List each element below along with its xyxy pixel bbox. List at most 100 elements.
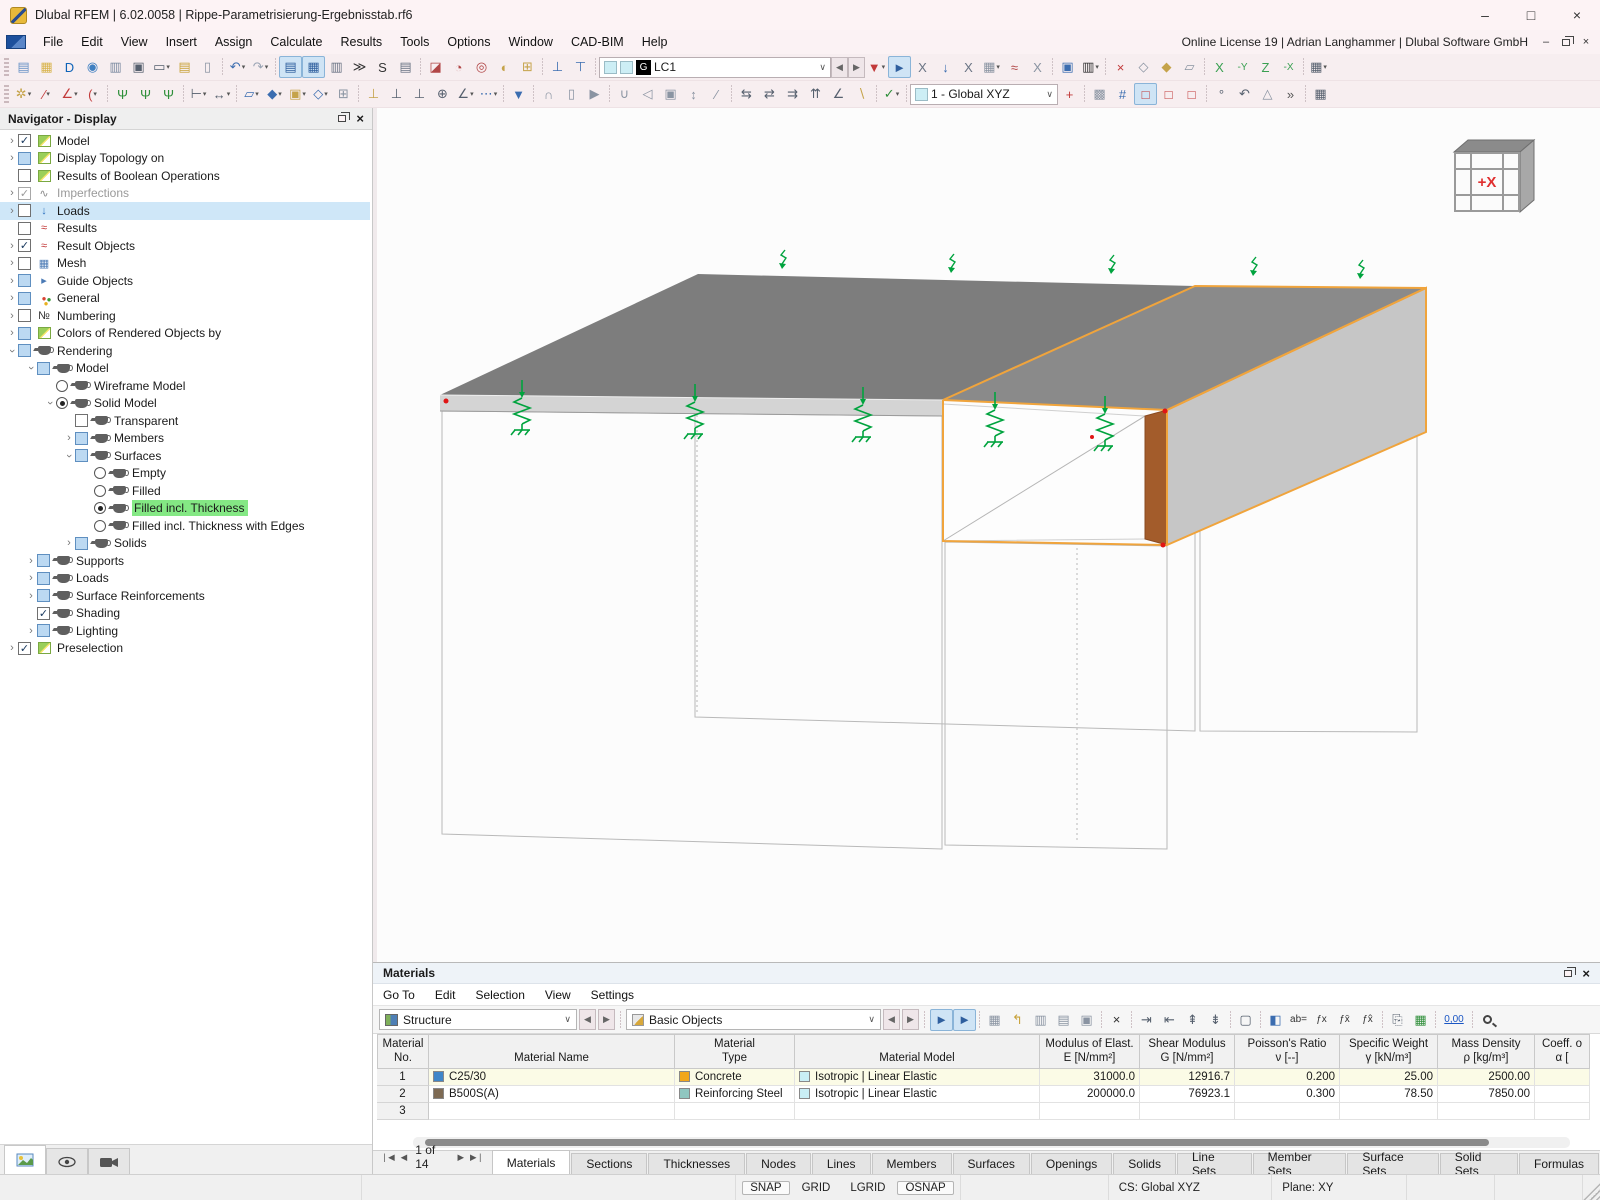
tree-item-label[interactable]: Rendering: [57, 343, 116, 359]
table-cell[interactable]: 25.00: [1340, 1068, 1438, 1086]
box-add-icon[interactable]: ⊞: [516, 56, 539, 78]
tree-item-label[interactable]: Display Topology on: [57, 150, 168, 166]
table-cell[interactable]: 31000.0: [1040, 1068, 1140, 1086]
fx-edit-icon[interactable]: ƒx̄: [1333, 1009, 1356, 1031]
new-report-icon[interactable]: ▤: [173, 56, 196, 78]
table-cell[interactable]: 200000.0: [1040, 1085, 1140, 1103]
tree-item-filled-incl-thickness-with-edges[interactable]: Filled incl. Thickness with Edges: [0, 517, 372, 535]
align-right-icon[interactable]: ⇉: [781, 83, 804, 105]
chevron-down-icon[interactable]: ›: [6, 345, 18, 357]
print-icon[interactable]: ▭ ▾: [150, 56, 173, 78]
first-page-icon[interactable]: ❘◀: [381, 1152, 395, 1163]
table-show-icon[interactable]: ▤: [279, 56, 302, 78]
new-node-icon[interactable]: ✲ ▾: [12, 83, 35, 105]
model-viewport[interactable]: +X: [373, 108, 1600, 962]
tree-item-members[interactable]: › Members: [0, 430, 372, 448]
tree-item-label[interactable]: Loads: [76, 570, 113, 586]
console-icon[interactable]: ≫: [348, 56, 371, 78]
view-cube[interactable]: +X: [1442, 134, 1542, 227]
status-toggle-grid[interactable]: GRID: [794, 1181, 839, 1195]
tree-item-model[interactable]: › ✓ Model: [0, 132, 372, 150]
checkbox[interactable]: [75, 414, 88, 428]
table-cell[interactable]: [1438, 1102, 1535, 1120]
cs-move-icon[interactable]: +: [1058, 83, 1081, 105]
new-solid-icon[interactable]: ◆ ▾: [263, 83, 286, 105]
checkbox[interactable]: [75, 431, 88, 445]
chevron-right-icon[interactable]: ›: [6, 310, 18, 322]
checkbox[interactable]: [37, 571, 50, 585]
new-line-icon[interactable]: ∕ ▾: [35, 83, 58, 105]
undo-icon[interactable]: ↶ ▾: [226, 56, 249, 78]
redo-icon[interactable]: ↷ ▾: [249, 56, 272, 78]
chevron-right-icon[interactable]: ›: [25, 555, 37, 567]
table-horizontal-scrollbar[interactable]: [413, 1137, 1570, 1148]
load-case-combo[interactable]: G LC1 ∨: [599, 56, 831, 78]
chevron-right-icon[interactable]: ›: [6, 205, 18, 217]
tree-item-label[interactable]: General: [57, 290, 104, 306]
view-x-icon[interactable]: X: [1208, 56, 1231, 78]
half-view-icon[interactable]: ◧: [1264, 1009, 1287, 1031]
menu-options[interactable]: Options: [438, 30, 499, 54]
pan-view-icon[interactable]: ◐: [493, 56, 516, 78]
tree-item-label[interactable]: Empty: [132, 465, 170, 481]
building-model-icon[interactable]: ▦ ▾: [980, 56, 1003, 78]
align-swap-icon[interactable]: ⇄: [758, 83, 781, 105]
import-icon[interactable]: ↰: [1006, 1009, 1029, 1031]
resize-grip[interactable]: [1582, 1175, 1600, 1200]
structure-next-button[interactable]: ▶: [598, 1009, 615, 1030]
new-polyline-icon[interactable]: ∠ ▾: [58, 83, 81, 105]
table-view-icon[interactable]: ▦: [983, 1009, 1006, 1031]
grid-points-icon[interactable]: ▩: [1088, 83, 1111, 105]
radio-button[interactable]: [94, 502, 106, 515]
menu-edit[interactable]: Edit: [72, 30, 112, 54]
last-page-icon[interactable]: ▶❘: [470, 1152, 484, 1163]
tree-item-label[interactable]: Wireframe Model: [94, 378, 189, 394]
align-horizontal-icon[interactable]: ⇆: [735, 83, 758, 105]
table-cell[interactable]: [1235, 1102, 1340, 1120]
table-tab-solid-sets[interactable]: Solid Sets: [1439, 1150, 1518, 1178]
slope-icon[interactable]: ∕: [705, 83, 728, 105]
checkbox[interactable]: [18, 344, 31, 358]
mirror-cs-icon[interactable]: △: [1256, 83, 1279, 105]
tree-item-rendering[interactable]: › Rendering: [0, 342, 372, 360]
radio-button[interactable]: [56, 397, 68, 410]
table-result-icon[interactable]: ▤: [1052, 1009, 1075, 1031]
structure-prev-button[interactable]: ◀: [579, 1009, 596, 1030]
tree-item-label[interactable]: Solids: [114, 535, 151, 551]
align-angle-icon[interactable]: ∠: [827, 83, 850, 105]
open-file-icon[interactable]: ▦: [35, 56, 58, 78]
table-tab-sections[interactable]: Sections: [571, 1153, 648, 1174]
chevron-right-icon[interactable]: ›: [6, 642, 18, 654]
checkbox[interactable]: [18, 204, 31, 218]
chevron-right-icon[interactable]: ›: [6, 240, 18, 252]
menu-results[interactable]: Results: [332, 30, 392, 54]
checkbox[interactable]: [37, 624, 50, 638]
project-manager-icon[interactable]: ▥: [104, 56, 127, 78]
view-minus-y-icon[interactable]: -Y: [1231, 56, 1254, 78]
checkbox[interactable]: [75, 536, 88, 550]
checkbox[interactable]: [18, 169, 31, 183]
table-tab-materials[interactable]: Materials: [491, 1150, 571, 1174]
select-special-icon[interactable]: ✓ ▾: [880, 83, 903, 105]
tables-panel-icon[interactable]: ▦: [1309, 83, 1332, 105]
tree-item-label[interactable]: Filled incl. Thickness: [132, 500, 249, 517]
remove-row-icon[interactable]: ⇤: [1158, 1009, 1181, 1031]
status-toggle-lgrid[interactable]: LGRID: [842, 1181, 893, 1195]
nodal-support-icon[interactable]: ⊥: [362, 83, 385, 105]
tree-item-solid-model[interactable]: › Solid Model: [0, 395, 372, 413]
tree-item-supports[interactable]: › Supports: [0, 552, 372, 570]
checkbox[interactable]: [37, 554, 50, 568]
materials-menu-selection[interactable]: Selection: [466, 984, 535, 1005]
delete-row-icon[interactable]: ×: [1105, 1009, 1128, 1031]
select-in-table-icon[interactable]: ►: [930, 1008, 953, 1031]
materials-float-icon[interactable]: [1564, 966, 1577, 977]
checkbox[interactable]: [37, 589, 50, 603]
tree-item-label[interactable]: Mesh: [57, 255, 90, 271]
radio-button[interactable]: [94, 484, 106, 497]
radio-button[interactable]: [94, 467, 106, 480]
basic-objects-next-button[interactable]: ▶: [902, 1009, 919, 1030]
chevron-down-icon[interactable]: ›: [44, 397, 56, 409]
new-arc-icon[interactable]: (▾: [81, 83, 104, 105]
load-bottom-icon[interactable]: ⊤: [569, 56, 592, 78]
view-minus-x-icon[interactable]: -X: [1277, 56, 1300, 78]
